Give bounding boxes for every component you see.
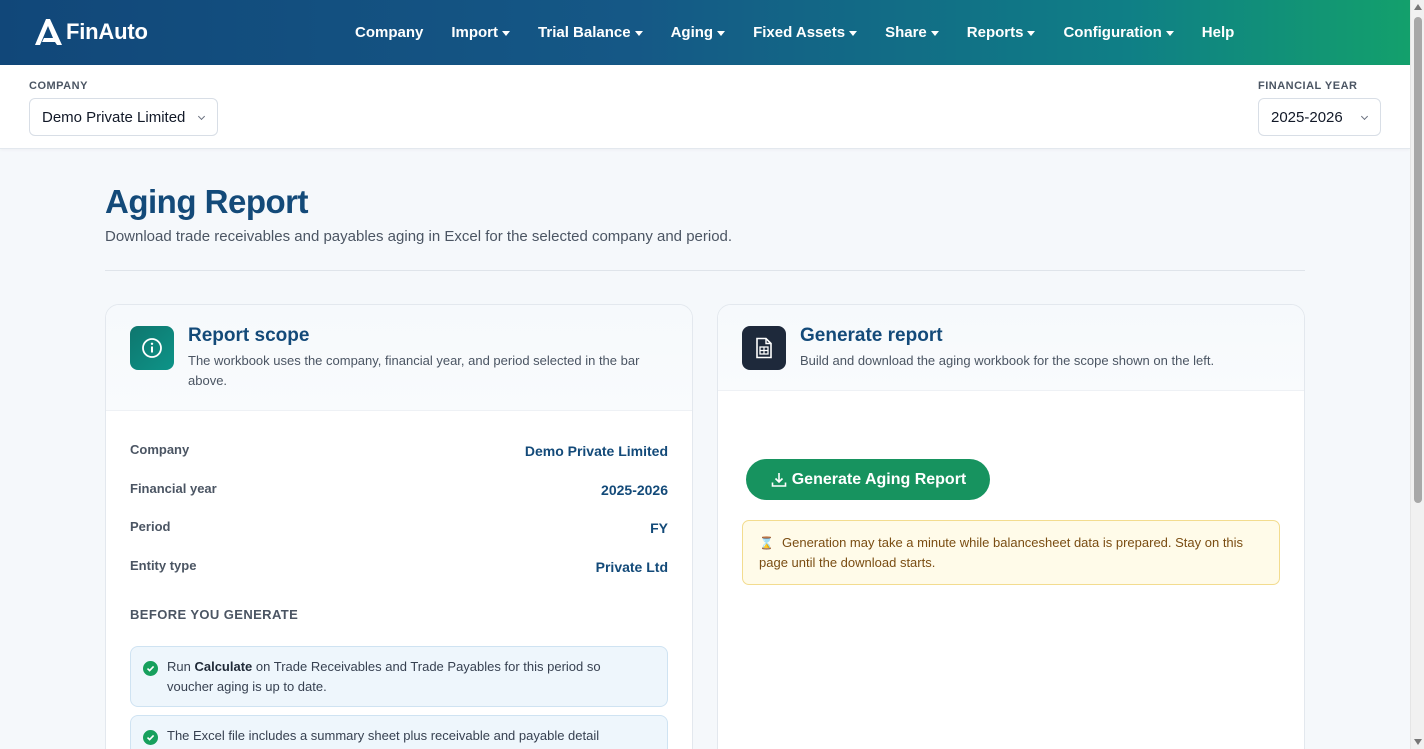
heading-divider [105, 270, 1305, 271]
report-scope-title: Report scope [188, 325, 310, 346]
scope-period-label: Period [130, 519, 171, 534]
scope-entity-type-label: Entity type [130, 558, 197, 573]
generate-report-card-header: Generate report Build and download the a… [718, 305, 1304, 391]
before-you-generate-heading: BEFORE YOU GENERATE [130, 607, 299, 622]
caret-down-icon [634, 31, 643, 36]
nav-reports-label: Reports [966, 24, 1024, 41]
checklist-item: The Excel file includes a summary sheet … [130, 715, 668, 749]
nav-configuration-label: Configuration [1063, 24, 1162, 41]
checklist-item: Run Calculate on Trade Receivables and T… [130, 646, 668, 707]
scope-year-label: Financial year [130, 481, 217, 496]
main-menu: Company Import Trial Balance Aging Fixed… [341, 0, 1248, 65]
nav-fixed-assets[interactable]: Fixed Assets [739, 0, 871, 65]
top-navbar: FinAuto Company Import Trial Balance Agi… [0, 0, 1410, 65]
report-scope-description: The workbook uses the company, financial… [188, 353, 640, 388]
nav-share-label: Share [885, 24, 927, 41]
nav-trial-balance[interactable]: Trial Balance [524, 0, 657, 65]
nav-help[interactable]: Help [1188, 0, 1249, 65]
report-scope-card: Report scope The workbook uses the compa… [105, 304, 693, 749]
generation-notice: ⌛ Generation may take a minute while bal… [742, 520, 1280, 585]
caret-down-icon [849, 31, 858, 36]
page-title: Aging Report [105, 183, 308, 220]
check-circle-icon [143, 730, 158, 745]
brand-logo[interactable]: FinAuto [32, 16, 148, 48]
info-icon [130, 326, 174, 370]
nav-help-label: Help [1201, 24, 1235, 41]
company-select[interactable]: Demo Private Limited [29, 98, 218, 136]
scroll-up-arrow-icon[interactable] [1414, 4, 1422, 10]
checklist-text-part: The Excel file includes a summary sheet … [167, 728, 600, 743]
scope-selector-bar: COMPANY Demo Private Limited FINANCIAL Y… [0, 65, 1410, 149]
financial-year-select[interactable]: 2025-2026 [1258, 98, 1381, 136]
caret-down-icon [1027, 31, 1036, 36]
page-subtitle: Download trade receivables and payables … [105, 228, 733, 245]
nav-import[interactable]: Import [437, 0, 524, 65]
brand-name: FinAuto [66, 19, 148, 44]
company-selector-label: COMPANY [29, 80, 88, 92]
nav-company[interactable]: Company [341, 0, 437, 65]
download-icon [771, 472, 787, 487]
chevron-down-icon [1360, 112, 1369, 121]
generate-report-card: Generate report Build and download the a… [717, 304, 1305, 749]
scope-entity-type-value: Private Ltd [595, 559, 668, 575]
generate-aging-report-button[interactable]: Generate Aging Report [746, 459, 990, 500]
nav-company-label: Company [355, 24, 424, 41]
nav-aging-label: Aging [670, 24, 714, 41]
checklist-item-text: Run Calculate on Trade Receivables and T… [167, 657, 647, 697]
spreadsheet-file-icon [742, 326, 786, 370]
checklist-text-bold: Calculate [194, 659, 253, 674]
check-circle-icon [143, 661, 158, 676]
nav-aging[interactable]: Aging [657, 0, 740, 65]
checklist-item-text: The Excel file includes a summary sheet … [167, 726, 647, 746]
chevron-down-icon [197, 112, 206, 121]
caret-down-icon [930, 31, 939, 36]
financial-year-select-value: 2025-2026 [1271, 108, 1343, 126]
scope-year-value: 2025-2026 [601, 482, 668, 498]
report-scope-card-header: Report scope The workbook uses the compa… [106, 305, 692, 411]
nav-share[interactable]: Share [871, 0, 953, 65]
nav-reports[interactable]: Reports [953, 0, 1050, 65]
company-select-value: Demo Private Limited [42, 108, 186, 126]
caret-down-icon [1165, 31, 1174, 36]
finauto-logo-icon [35, 19, 62, 45]
scroll-down-arrow-icon[interactable] [1414, 739, 1422, 745]
caret-down-icon [717, 31, 726, 36]
nav-import-label: Import [451, 24, 499, 41]
scrollbar-thumb[interactable] [1414, 17, 1422, 503]
generation-notice-text: Generation may take a minute while balan… [759, 535, 1244, 570]
nav-trial-balance-label: Trial Balance [538, 24, 631, 41]
year-selector-label: FINANCIAL YEAR [1258, 80, 1358, 92]
caret-down-icon [502, 31, 511, 36]
scope-company-label: Company [130, 442, 190, 457]
generate-report-description: Build and download the aging workbook fo… [800, 353, 1215, 368]
nav-configuration[interactable]: Configuration [1049, 0, 1187, 65]
scope-period-value: FY [650, 520, 668, 536]
scope-company-value: Demo Private Limited [524, 443, 668, 459]
checklist-text-part: Run [167, 659, 195, 674]
page-scrollbar[interactable] [1410, 0, 1424, 749]
generate-report-title: Generate report [800, 325, 943, 346]
generate-aging-report-label: Generate Aging Report [791, 470, 967, 488]
nav-fixed-assets-label: Fixed Assets [753, 24, 846, 41]
